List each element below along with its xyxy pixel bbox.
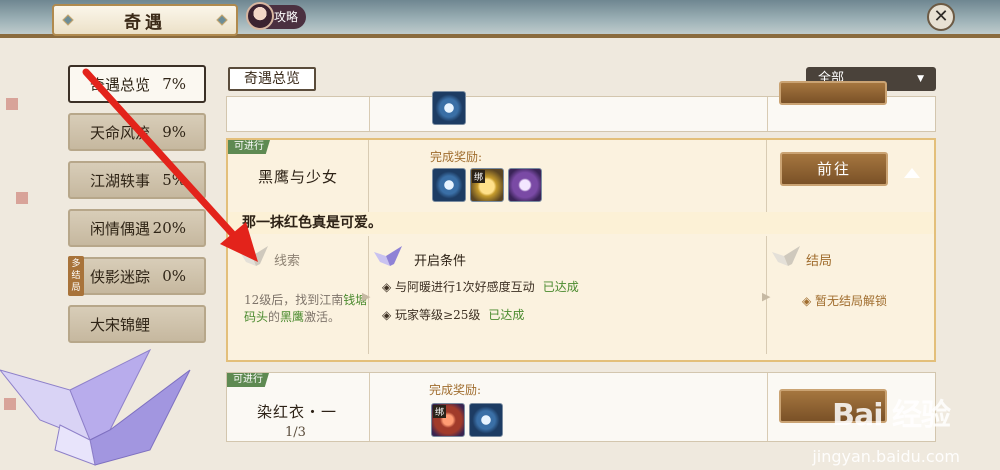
- multi-ending-badge: 多结局: [68, 256, 84, 296]
- divider: [767, 373, 768, 441]
- chevron-right-icon: ▶: [362, 290, 371, 303]
- reward-item-icon[interactable]: [432, 91, 466, 125]
- reward-label: 完成奖励:: [430, 150, 483, 164]
- seal-stamp-icon: [6, 98, 18, 110]
- ending-text: ◈ 暂无结局解锁: [802, 294, 888, 308]
- watermark-logo: Bai 经验: [832, 398, 951, 433]
- reward-label: 完成奖励:: [429, 383, 482, 397]
- condition-item: ◈ 玩家等级≥25级 已达成: [382, 308, 525, 322]
- clue-text: 12级后，找到江南钱塘码头的黑鹰激活。: [244, 293, 368, 324]
- sidebar-item-overview[interactable]: 奇遇总览 7%: [68, 65, 206, 103]
- condition-crane-icon: [374, 246, 402, 266]
- reward-title-icon[interactable]: [508, 168, 542, 202]
- condition-item: ◈ 与阿暖进行1次好感度互动 已达成: [382, 280, 579, 294]
- quest-card-expanded[interactable]: 可进行 黑鹰与少女 完成奖励: 绑 前往 那一抹红色真是可爱。 线索 12级后，…: [226, 138, 936, 362]
- status-badge: 可进行: [227, 373, 269, 387]
- chevron-right-icon: ▶: [762, 290, 771, 303]
- character-avatar-icon: [246, 2, 274, 30]
- divider: [369, 97, 370, 131]
- watermark-url: jingyan.baidu.com: [812, 447, 960, 466]
- dropdown-arrow-icon: ▼: [917, 74, 924, 84]
- paper-crane-icon: [0, 348, 191, 466]
- page-title: 奇遇: [52, 4, 238, 36]
- decor-gem-icon: [62, 14, 74, 26]
- go-button[interactable]: 前往: [780, 152, 888, 186]
- ending-crane-icon: [772, 246, 800, 266]
- decor-gem-icon: [216, 14, 228, 26]
- quest-card[interactable]: 可进行 染红衣・一 1/3 完成奖励: 绑: [226, 372, 936, 442]
- sidebar-item-anecdotes[interactable]: 江湖轶事 5%: [68, 161, 206, 199]
- tab-overview[interactable]: 奇遇总览: [228, 67, 316, 91]
- seal-stamp-icon: [16, 192, 28, 204]
- divider: [368, 140, 369, 212]
- go-button[interactable]: [779, 81, 887, 105]
- divider: [369, 373, 370, 441]
- sidebar-item-leisure[interactable]: 闲情偶遇 20%: [68, 209, 206, 247]
- reward-item-icon[interactable]: [432, 168, 466, 202]
- reward-chest-icon[interactable]: 绑: [470, 168, 504, 202]
- guide-button[interactable]: 攻略: [246, 2, 307, 30]
- status-badge: 可进行: [228, 140, 270, 154]
- reward-item-icon[interactable]: [469, 403, 503, 437]
- divider: [767, 97, 768, 131]
- sidebar-item-koi[interactable]: 大宋锦鲤: [68, 305, 206, 343]
- quest-name: 染红衣・一: [257, 403, 338, 421]
- close-button[interactable]: ✕: [927, 3, 955, 31]
- sidebar-item-destiny[interactable]: 天命风流 9%: [68, 113, 206, 151]
- condition-heading: 开启条件: [414, 254, 467, 269]
- quest-progress: 1/3: [285, 425, 306, 440]
- clue-crane-icon: [240, 246, 268, 266]
- reward-item-icon[interactable]: 绑: [431, 403, 465, 437]
- close-icon: ✕: [933, 6, 949, 27]
- clue-heading: 线索: [274, 254, 301, 269]
- sidebar-item-mystery[interactable]: 侠影迷踪 0%: [68, 257, 206, 295]
- collapse-icon[interactable]: [904, 168, 920, 178]
- quest-card[interactable]: [226, 81, 936, 132]
- divider: [766, 140, 767, 212]
- ending-heading: 结局: [806, 254, 833, 269]
- quest-name: 黑鹰与少女: [258, 168, 339, 186]
- quest-description: 那一抹红色真是可爱。: [228, 212, 934, 234]
